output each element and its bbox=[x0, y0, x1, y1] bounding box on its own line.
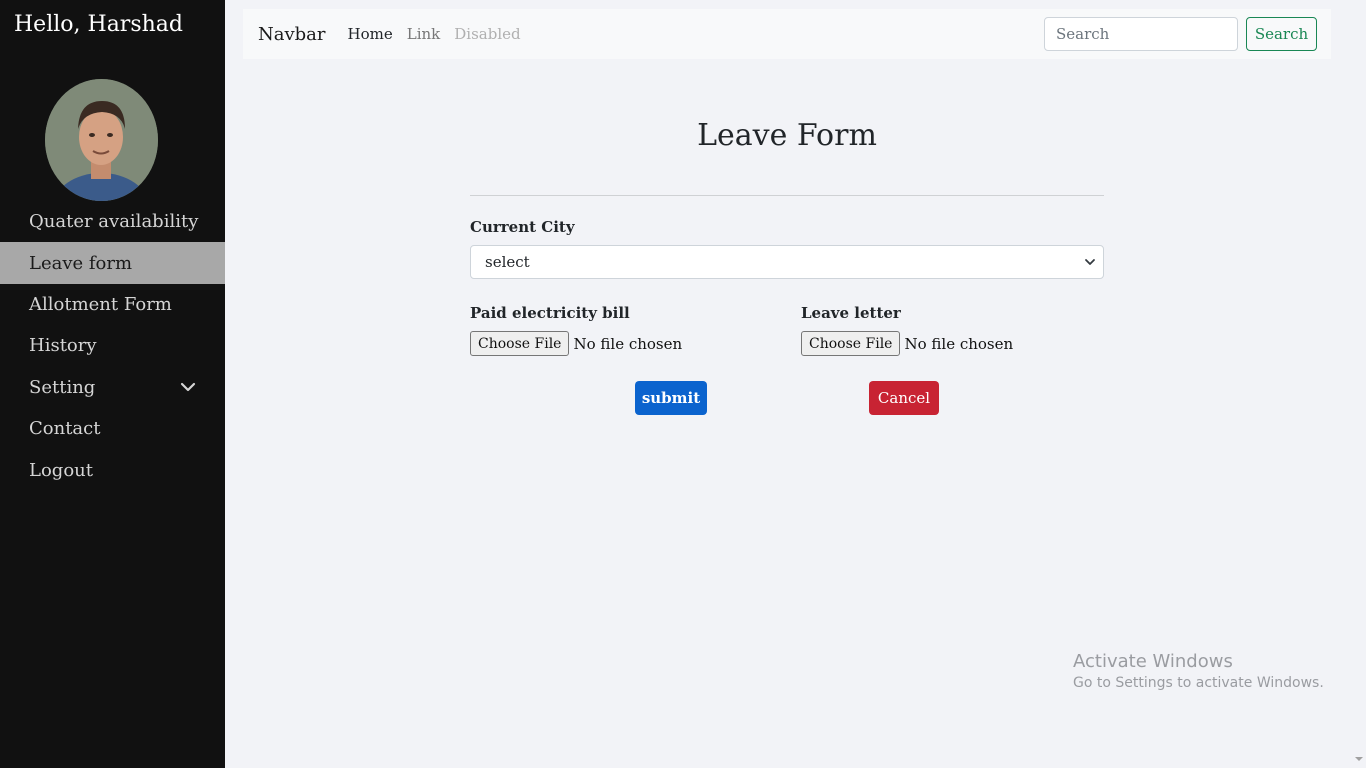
sidebar-item-label: Setting bbox=[29, 376, 96, 398]
sidebar-item-allotment-form[interactable]: Allotment Form bbox=[0, 284, 225, 325]
cancel-button[interactable]: Cancel bbox=[869, 381, 939, 415]
page-title: Leave Form bbox=[697, 118, 877, 153]
sidebar-item-label: Leave form bbox=[29, 252, 133, 274]
sidebar-item-label: Logout bbox=[29, 459, 93, 481]
nav-link-link[interactable]: Link bbox=[407, 25, 441, 43]
current-city-label: Current City bbox=[470, 218, 575, 236]
sidebar-item-quater-availability[interactable]: Quater availability bbox=[0, 201, 225, 242]
leave-letter-choose-file-button[interactable]: Choose File bbox=[801, 331, 901, 356]
leave-letter-file-status: No file chosen bbox=[904, 334, 1014, 353]
nav-link-home[interactable]: Home bbox=[348, 25, 393, 43]
avatar bbox=[45, 79, 158, 201]
electricity-bill-choose-file-button[interactable]: Choose File bbox=[470, 331, 570, 356]
sidebar-item-label: History bbox=[29, 335, 97, 357]
nav-link-disabled: Disabled bbox=[454, 25, 521, 43]
submit-button[interactable]: submit bbox=[635, 381, 707, 415]
chevron-down-icon bbox=[1085, 259, 1095, 265]
sidebar-nav: Quater availability Leave form Allotment… bbox=[0, 201, 225, 491]
search-button[interactable]: Search bbox=[1246, 17, 1317, 51]
leave-letter-label: Leave letter bbox=[801, 304, 901, 322]
electricity-bill-label: Paid electricity bill bbox=[470, 304, 630, 322]
watermark-title: Activate Windows bbox=[1073, 651, 1233, 672]
sidebar-item-label: Contact bbox=[29, 418, 101, 440]
sidebar-item-label: Allotment Form bbox=[29, 293, 172, 315]
electricity-bill-file-status: No file chosen bbox=[573, 334, 683, 353]
avatar-portrait-icon bbox=[45, 79, 158, 201]
divider bbox=[470, 195, 1104, 196]
sidebar: Hello, Harshad Quater availability Leave… bbox=[0, 0, 225, 768]
sidebar-item-logout[interactable]: Logout bbox=[0, 449, 225, 490]
sidebar-item-leave-form[interactable]: Leave form bbox=[0, 242, 225, 284]
search-input[interactable] bbox=[1044, 17, 1238, 51]
watermark-subtitle: Go to Settings to activate Windows. bbox=[1073, 675, 1324, 691]
navbar-brand[interactable]: Navbar bbox=[258, 24, 326, 45]
activate-windows-watermark: Activate Windows Go to Settings to activ… bbox=[1073, 651, 1324, 691]
leave-letter-file-input: Choose File No file chosen bbox=[801, 331, 1013, 356]
sidebar-item-label: Quater availability bbox=[29, 211, 199, 233]
greeting: Hello, Harshad bbox=[14, 12, 183, 37]
current-city-select[interactable]: select bbox=[470, 245, 1104, 279]
electricity-bill-file-input: Choose File No file chosen bbox=[470, 331, 682, 356]
scroll-down-arrow-icon[interactable] bbox=[1354, 754, 1364, 764]
current-city-value: select bbox=[485, 253, 530, 271]
sidebar-item-contact[interactable]: Contact bbox=[0, 408, 225, 449]
sidebar-item-history[interactable]: History bbox=[0, 325, 225, 366]
top-navbar: Navbar Home Link Disabled Search bbox=[243, 9, 1331, 59]
sidebar-item-setting[interactable]: Setting bbox=[0, 367, 225, 408]
chevron-down-icon[interactable] bbox=[179, 378, 197, 396]
